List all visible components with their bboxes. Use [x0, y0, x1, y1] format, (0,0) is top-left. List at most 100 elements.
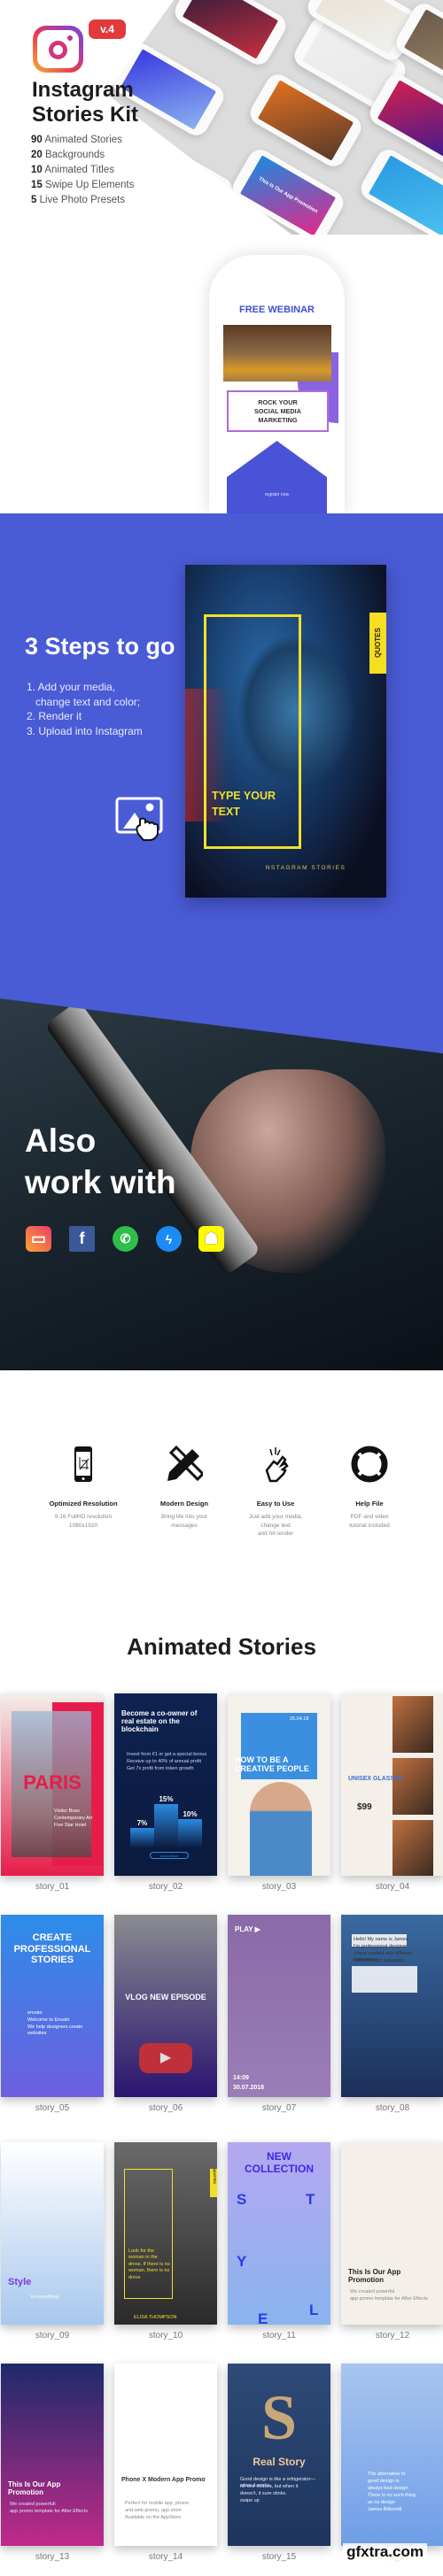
story-label: story_07 — [261, 2103, 297, 2113]
webinar-title: FREE WEBINAR — [239, 305, 315, 315]
quotes-tab: QUOTES — [369, 613, 386, 674]
feature-title: Modern Design — [159, 1500, 209, 1508]
mosaic-phone — [170, 0, 291, 69]
step-item: change text and color; — [35, 695, 141, 708]
story-text: I'm professional designer — [354, 1944, 408, 1949]
story-text: Hello! My name is James — [354, 1937, 408, 1942]
story-text: no one notices, but when it — [240, 2484, 299, 2489]
feature-item: 10 Animated Titles — [31, 163, 134, 178]
story-card[interactable]: QUOTES Look for the woman in the dress. I… — [114, 2142, 217, 2325]
snap-hand-icon — [222, 1443, 329, 1485]
story-card[interactable]: This Is Our App Promotion We created powe… — [341, 2142, 443, 2325]
story-text: app promo template for After Effects — [10, 2509, 88, 2514]
story-card[interactable]: Hello! My name is James I'm professional … — [341, 1915, 443, 2097]
story-card[interactable]: NEW COLLECTION S T Y L E — [228, 2142, 330, 2325]
story-text: We created powerful — [350, 2289, 395, 2294]
story-text: We help designers create websites — [27, 2025, 83, 2037]
story-card[interactable]: PLAY ▶ 14:09 30.07.2018 — [228, 1915, 330, 2097]
story-card[interactable]: CREATE PROFESSIONAL STORIES envato Welcome… — [1, 1915, 104, 2097]
feature-easy-to-use: Easy to Use Just add your media, change te… — [222, 1443, 329, 1539]
placeholder-text: TYPE YOUR TEXT — [212, 788, 276, 820]
letter: L — [309, 2302, 319, 2318]
step-item: 2. Render it — [27, 710, 82, 722]
desc-line: tutorial included — [349, 1522, 390, 1529]
story-label: story_12 — [375, 2331, 410, 2341]
watermark: gfxtra.com — [343, 2543, 427, 2561]
register-link[interactable]: register now — [209, 492, 345, 497]
feature-title: Optimized Resolution — [49, 1500, 118, 1508]
story-card[interactable]: Style is everything — [1, 2142, 104, 2325]
story-label: story_04 — [375, 1882, 410, 1892]
story-text: and web promo, app store — [125, 2508, 182, 2513]
feature-optimized-resolution: Optimized Resolution 9:16 FullHD resoluti… — [30, 1443, 136, 1530]
story-card[interactable]: HOW TO BE A CREATIVE PEOPLE 25.04.18 — [228, 1693, 330, 1876]
story-title: Real Story — [253, 2456, 306, 2468]
story-title: Become a co-owner of real estate on the … — [121, 1709, 198, 1734]
story-text: doesn't, it sure stinks. — [240, 2491, 287, 2496]
story-card[interactable]: The alternative to good design is always b… — [341, 2364, 443, 2546]
feature-label: Backgrounds — [42, 150, 105, 160]
story-card[interactable]: ▶ VLOG NEW EPISODE — [114, 1915, 217, 2097]
story-text: Look for the woman in the dress. If ther… — [128, 2248, 170, 2280]
letter: S — [237, 2191, 247, 2208]
story-label: story_03 — [261, 1882, 297, 1892]
feature-title: Easy to Use — [256, 1500, 295, 1508]
feature-title: Help File — [355, 1500, 384, 1508]
box-line: SOCIAL MEDIA — [254, 407, 301, 415]
feature-label: Animated Stories — [42, 135, 122, 145]
letter: T — [306, 2191, 315, 2208]
story-text: 14:09 — [233, 2075, 249, 2081]
story-title: NEW COLLECTION — [245, 2150, 314, 2175]
story-text: James Billermill — [368, 2507, 402, 2512]
desc-line: change text — [260, 1522, 291, 1529]
feature-item: 15 Swipe Up Elements — [31, 178, 134, 193]
desc-line: Bring life into your — [160, 1514, 208, 1520]
feature-count: 10 — [31, 165, 43, 175]
feature-item: 5 Live Photo Presets — [31, 193, 134, 208]
story-text: ELISA THOMPSON — [134, 2315, 177, 2320]
story-text: 25.04.18 — [290, 1716, 309, 1722]
story-card[interactable]: This Is Our App Promotion We created powe… — [1, 2364, 104, 2546]
story-text: We created powerfull — [10, 2502, 56, 2507]
learn-more-button[interactable]: Learn More — [150, 1852, 189, 1859]
story-text: Welcome to Envato — [27, 2017, 70, 2023]
also-work-heading: Also work with — [25, 1120, 176, 1203]
feature-count: 90 — [31, 135, 43, 145]
mosaic-screen — [257, 80, 354, 161]
desc-line: 1080x1920 — [68, 1522, 98, 1529]
story-card[interactable]: PARIS Visitor Boss Contemporary Art Five St… — [1, 1693, 104, 1876]
feature-modern-design: Modern Design Bring life into your message… — [131, 1443, 237, 1530]
play-button-icon: ▶ — [139, 2043, 192, 2073]
story-text: The alternative to — [368, 2472, 406, 2477]
stories-mosaic-image: Boost Your Instagram account This Is Our … — [106, 0, 443, 235]
desc-line: messages — [171, 1522, 198, 1529]
story-card[interactable]: Become a co-owner of real estate on the … — [114, 1693, 217, 1876]
chart-bar — [154, 1804, 178, 1848]
story-card[interactable]: S Real Story Good design is like a refrige… — [228, 2364, 330, 2546]
mosaic-phone — [356, 145, 443, 235]
box-line: MARKETING — [258, 416, 298, 424]
story-text: Invest from €1 or get a special bonus — [127, 1752, 207, 1757]
pencil-ruler-icon — [131, 1443, 237, 1485]
story-title: This Is Our App Promotion — [348, 2268, 401, 2285]
story-title: Style — [8, 2277, 32, 2287]
story-text: Five Star Hotel — [54, 1823, 87, 1828]
feature-count: 20 — [31, 150, 43, 160]
story-card[interactable]: UNISEX GLASSES $99 — [341, 1693, 443, 1876]
story-title: PLAY ▶ — [235, 1925, 260, 1933]
story-text: Visitor Boss — [54, 1809, 80, 1814]
heading-line: work with — [25, 1164, 176, 1200]
story-card[interactable]: Phone X Modern App Promo Perfect for mobi… — [114, 2364, 217, 2546]
desc-line: PDF and video — [350, 1514, 389, 1520]
story-text: swipe up — [240, 2498, 260, 2503]
feature-label: Animated Titles — [42, 165, 114, 175]
desc-line: 9:16 FullHD resolution — [54, 1514, 113, 1520]
model-photo — [392, 1820, 433, 1876]
letter: Y — [237, 2253, 247, 2270]
mosaic-phone: Boost Your Instagram account — [117, 132, 237, 233]
instagram-logo-icon — [33, 26, 83, 73]
messenger-icon: ϟ — [156, 1226, 182, 1252]
steps-list: 1. Add your media, change text and color… — [27, 680, 143, 738]
lifebuoy-icon — [316, 1443, 423, 1485]
story-title: Phone X Modern App Promo — [121, 2477, 206, 2483]
